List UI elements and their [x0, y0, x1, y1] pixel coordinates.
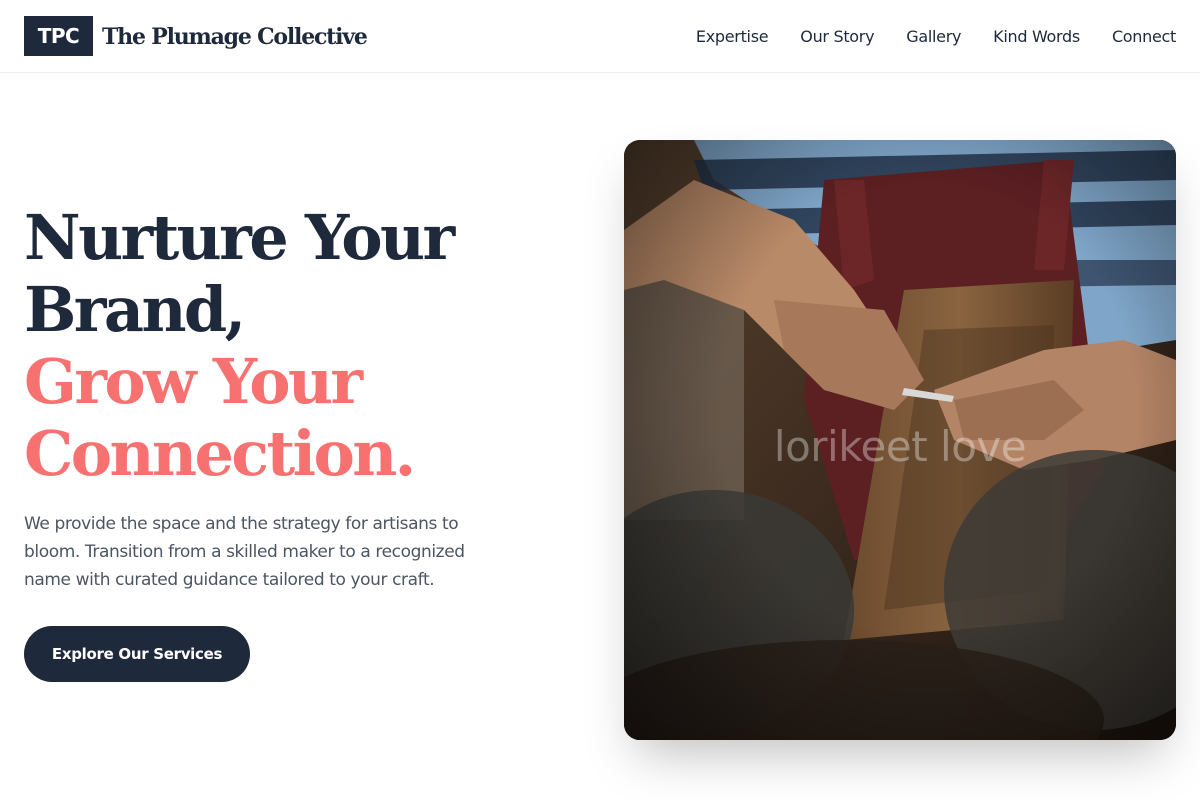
logo-badge[interactable]: TPC: [24, 16, 93, 56]
image-watermark: lorikeet love: [773, 422, 1027, 471]
headline-line-2: Brand,: [24, 273, 246, 346]
hero-subtext: We provide the space and the strategy fo…: [24, 514, 465, 590]
headline-line-1: Nurture Your: [24, 201, 455, 274]
brand-name[interactable]: The Plumage Collective: [102, 20, 368, 54]
nav-link-our-story[interactable]: Our Story: [800, 27, 874, 46]
nav-link-expertise[interactable]: Expertise: [696, 27, 769, 46]
hero-headline: Nurture Your Brand, Grow Your Connection…: [24, 201, 455, 490]
headline-line-3: Grow Your: [24, 345, 363, 418]
nav-link-connect[interactable]: Connect: [1112, 27, 1176, 46]
headline-line-4: Connection.: [24, 417, 416, 490]
hero-image: lorikeet love: [624, 140, 1176, 740]
explore-services-button[interactable]: Explore Our Services: [24, 626, 250, 682]
nav-link-gallery[interactable]: Gallery: [906, 27, 961, 46]
main-nav: Expertise Our Story Gallery Kind Words C…: [664, 22, 1176, 50]
site-header: TPC The Plumage Collective Expertise Our…: [0, 0, 1200, 73]
nav-link-kind-words[interactable]: Kind Words: [993, 27, 1080, 46]
